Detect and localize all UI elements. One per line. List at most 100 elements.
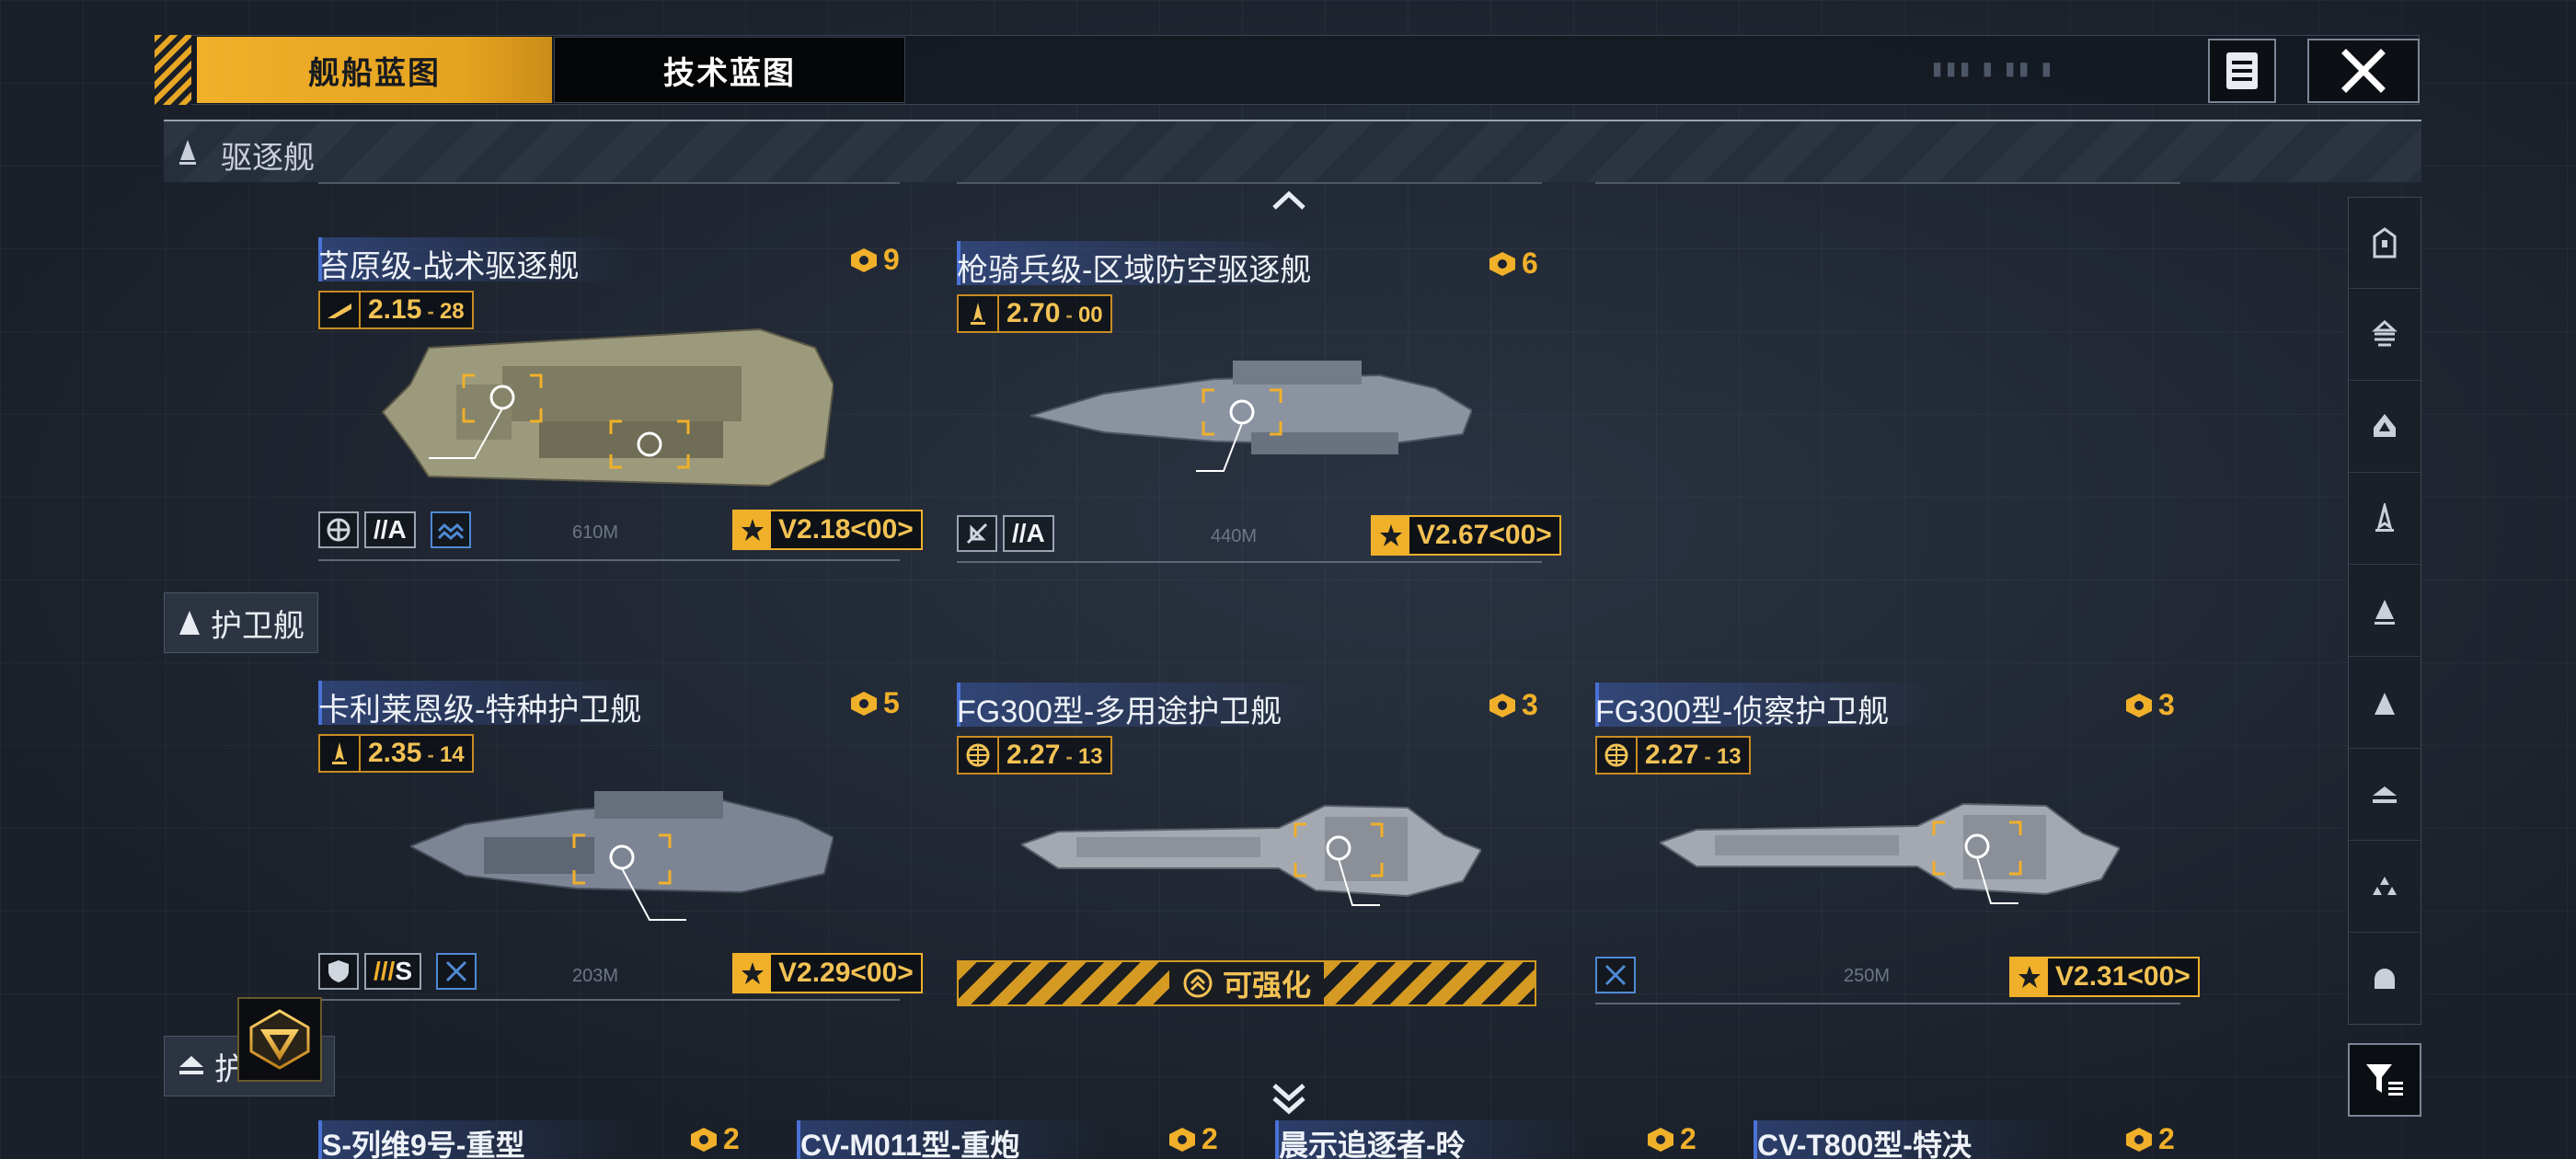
ship-card[interactable]: CV-M011型-重炮 2 xyxy=(797,1120,1220,1159)
ship-count: 2 xyxy=(1647,1122,1696,1156)
ship-card[interactable]: 晨示追逐者-昤 2 xyxy=(1275,1120,1698,1159)
destroyer-section-icon xyxy=(177,138,199,170)
rating-value: 2.35 xyxy=(368,738,422,768)
rating-value: 2.70 xyxy=(1006,298,1061,328)
tab-tech-blueprints[interactable]: 技术蓝图 xyxy=(554,37,905,103)
ship-card[interactable]: 苔原级-战术驱逐舰 9 2.15 - 28 //A 610M V2.18<00> xyxy=(318,237,926,568)
ruler-line xyxy=(1595,1003,2180,1004)
filter-carrier[interactable] xyxy=(2348,197,2421,289)
wave-icon xyxy=(431,511,471,548)
ship-image xyxy=(1027,333,1474,485)
filter-cruiser[interactable] xyxy=(2348,289,2421,381)
station-icon xyxy=(2375,969,2395,989)
version-value: V2.31<00> xyxy=(2055,961,2191,992)
filter-battlecruiser[interactable] xyxy=(2348,381,2421,473)
ship-name: S-列维9号-重型 xyxy=(322,1129,525,1159)
crossed-swords-icon xyxy=(1595,957,1636,993)
fighter-icon xyxy=(2373,786,2397,803)
frigate-icon xyxy=(2375,599,2395,625)
blueprint-badge-icon xyxy=(1169,1127,1195,1152)
wing-icon xyxy=(320,293,361,327)
fleet-emblem-icon xyxy=(249,1009,310,1070)
ship-name: FG300型-侦察护卫舰 xyxy=(1595,694,1890,729)
ship-count: 2 xyxy=(690,1122,740,1156)
blueprint-star-icon xyxy=(2011,958,2048,995)
scale-label: 440M xyxy=(1211,526,1258,546)
ship-count: 5 xyxy=(850,686,900,720)
blueprint-badge-icon xyxy=(851,691,877,716)
ship-card[interactable]: 卡利莱恩级-特种护卫舰 5 2.35 - 14 ///S 203M V2.29<… xyxy=(318,681,926,1012)
ship-card[interactable]: CV-T800型-特决 2 xyxy=(1754,1120,2175,1159)
ruler-line xyxy=(1595,182,2180,184)
crossed-swords-icon xyxy=(436,953,477,990)
count-value: 6 xyxy=(1522,247,1538,280)
version-value: V2.29<00> xyxy=(778,958,914,988)
ruler-line xyxy=(957,561,1542,563)
ship-card[interactable]: 枪骑兵级-区域防空驱逐舰 6 2.70 - 00 //A 440M V2.67<… xyxy=(957,241,1564,572)
rating-tag: 2.70 - 00 xyxy=(957,294,1112,333)
version-value: V2.18<00> xyxy=(778,514,914,545)
radar-icon xyxy=(957,515,997,552)
destroyer-class-icon xyxy=(320,736,361,771)
globe-icon xyxy=(959,738,999,773)
count-value: 2 xyxy=(723,1122,740,1155)
filter-fighter[interactable] xyxy=(2348,749,2421,841)
filter-button[interactable] xyxy=(2348,1043,2421,1117)
rating-tag: 2.35 - 14 xyxy=(318,734,474,773)
frigate-section-icon xyxy=(179,611,200,635)
close-button[interactable] xyxy=(2307,39,2420,103)
scale-label: 203M xyxy=(572,966,619,986)
ship-name: CV-M011型-重炮 xyxy=(800,1129,1020,1159)
scroll-up-chevron[interactable] xyxy=(1271,189,1306,216)
carrier-section-icon xyxy=(179,1056,203,1074)
ship-count: 2 xyxy=(2125,1122,2175,1156)
scroll-down-chevron[interactable] xyxy=(1271,1082,1306,1119)
section-header-frigate[interactable]: 护卫舰 xyxy=(164,592,318,653)
grade-label: //A xyxy=(364,511,416,548)
rating-small: 13 xyxy=(1716,744,1742,769)
ship-name: 卡利莱恩级-特种护卫舰 xyxy=(318,693,642,728)
carrier-icon xyxy=(2373,226,2397,258)
corvette-icon xyxy=(2375,692,2395,715)
tab-ship-blueprints[interactable]: 舰船蓝图 xyxy=(197,37,552,103)
rating-small: 14 xyxy=(439,742,465,767)
ship-card[interactable]: FG300型-侦察护卫舰 3 2.27 - 13 250M V2.31<00> xyxy=(1595,683,2202,1014)
ship-image xyxy=(374,311,835,509)
ship-name: FG300型-多用途护卫舰 xyxy=(957,694,1282,729)
filter-drone[interactable] xyxy=(2348,841,2421,933)
blueprint-star-icon xyxy=(734,955,771,992)
blueprint-badge-icon xyxy=(691,1127,717,1152)
fleet-badge-button[interactable] xyxy=(237,997,322,1082)
filter-station[interactable] xyxy=(2348,933,2421,1025)
section-header-destroyer[interactable] xyxy=(164,120,2421,182)
ship-card[interactable]: FG300型-多用途护卫舰 3 2.27 - 13 可强化 xyxy=(957,683,1564,1014)
ship-name: 晨示追逐者-昤 xyxy=(1279,1129,1466,1159)
ruler-line xyxy=(318,559,900,561)
blueprint-star-icon xyxy=(734,511,771,548)
upgrade-button[interactable]: 可强化 xyxy=(957,960,1536,1006)
filter-frigate[interactable] xyxy=(2348,565,2421,657)
count-value: 3 xyxy=(2158,688,2175,721)
ship-count: 2 xyxy=(1168,1122,1218,1156)
ruler-line xyxy=(318,999,900,1001)
document-button[interactable] xyxy=(2208,39,2276,103)
drone-icon xyxy=(2373,876,2397,895)
version-tag: V2.31<00> xyxy=(2009,957,2200,997)
battlecruiser-icon xyxy=(2374,413,2396,437)
blueprint-badge-icon xyxy=(2126,1127,2152,1152)
ship-count: 3 xyxy=(1489,688,1538,722)
close-icon xyxy=(2341,49,2386,93)
blueprint-badge-icon xyxy=(1489,693,1515,717)
version-tag: V2.18<00> xyxy=(732,510,923,550)
filter-destroyer[interactable] xyxy=(2348,473,2421,565)
version-tag: V2.29<00> xyxy=(732,953,923,993)
scale-label: 250M xyxy=(1844,966,1891,986)
upgrade-label: 可强化 xyxy=(1222,969,1311,1002)
document-icon xyxy=(2226,52,2258,89)
filter-corvette[interactable] xyxy=(2348,657,2421,749)
cruiser-icon xyxy=(2372,319,2398,346)
ship-image xyxy=(1657,778,2122,930)
filter-icon xyxy=(2366,1064,2403,1096)
ship-count: 9 xyxy=(850,243,900,277)
rating-small: 13 xyxy=(1077,744,1103,769)
